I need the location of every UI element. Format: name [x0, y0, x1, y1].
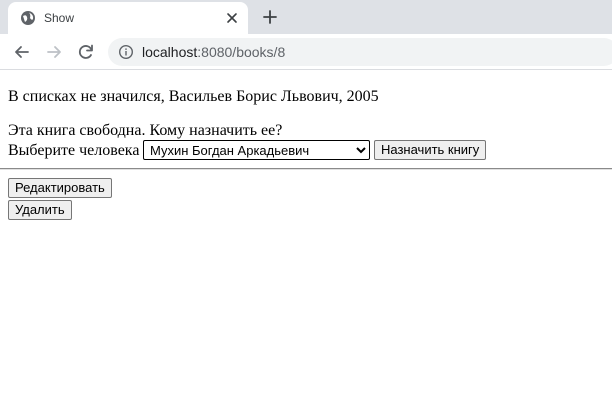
- tab-title: Show: [44, 11, 75, 25]
- delete-button[interactable]: Удалить: [8, 200, 72, 220]
- browser-toolbar: localhost:8080/books/8: [0, 34, 612, 70]
- reload-icon[interactable]: [76, 42, 96, 62]
- globe-icon: [21, 11, 35, 25]
- person-select[interactable]: Мухин Богдан Аркадьевич: [143, 140, 370, 160]
- close-icon[interactable]: [224, 10, 240, 26]
- url-path: :8080/books/8: [197, 44, 286, 60]
- browser-tab[interactable]: Show: [8, 2, 248, 34]
- url-text: localhost:8080/books/8: [142, 44, 285, 60]
- address-bar[interactable]: localhost:8080/books/8: [108, 38, 612, 66]
- url-host: localhost: [142, 44, 198, 60]
- tab-strip: Show: [0, 0, 612, 34]
- forward-arrow-icon[interactable]: [44, 42, 64, 62]
- assign-book-button[interactable]: Назначить книгу: [374, 140, 487, 160]
- book-info: В списках не значился, Васильев Борис Ль…: [8, 88, 379, 105]
- plus-icon[interactable]: [262, 9, 278, 25]
- edit-button[interactable]: Редактировать: [8, 178, 112, 198]
- info-icon[interactable]: [118, 44, 134, 60]
- person-select-label: Выберите человека: [8, 142, 140, 159]
- divider: [0, 168, 612, 170]
- availability-text: Эта книга свободна. Кому назначить ее?: [8, 122, 283, 139]
- back-arrow-icon[interactable]: [12, 42, 32, 62]
